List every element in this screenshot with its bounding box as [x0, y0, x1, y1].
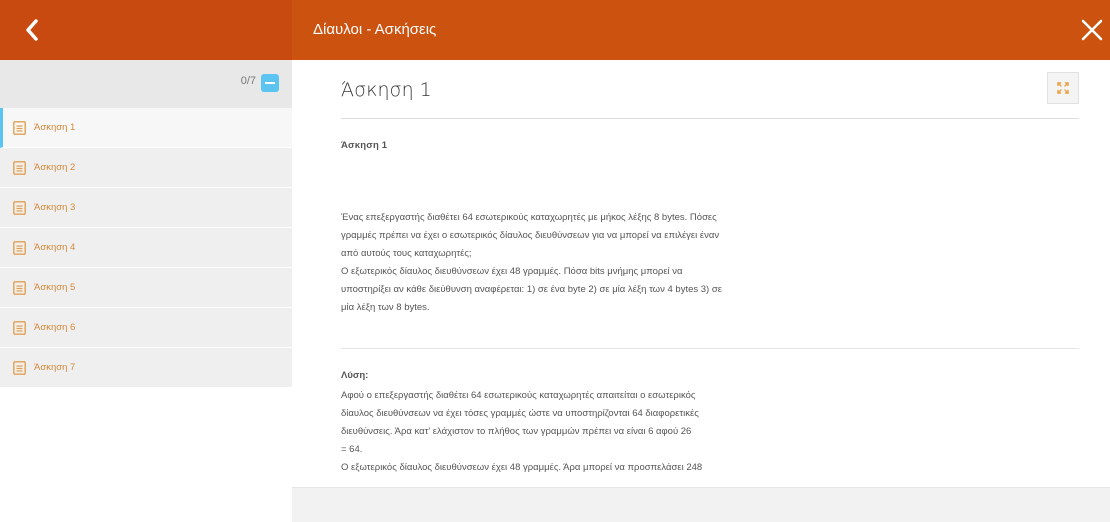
close-button[interactable] — [1077, 14, 1107, 46]
collapse-button[interactable] — [261, 74, 279, 92]
top-bar: Δίαυλοι - Ασκήσεις — [0, 0, 1110, 60]
lesson-label: Άσκηση 1 — [34, 122, 76, 133]
close-icon — [1081, 19, 1103, 41]
solution-text: Αφού ο επεξεργαστής διαθέτει 64 εσωτερικ… — [341, 387, 811, 477]
lesson-label: Άσκηση 5 — [34, 282, 76, 293]
document-icon — [13, 361, 26, 375]
lesson-item-2[interactable]: Άσκηση 2 — [0, 148, 292, 188]
page-title: Άσκηση 1 — [341, 79, 432, 101]
exercise-subheading: Άσκηση 1 — [341, 140, 388, 151]
lesson-label: Άσκηση 2 — [34, 162, 76, 173]
lesson-item-6[interactable]: Άσκηση 6 — [0, 308, 292, 348]
lesson-label: Άσκηση 6 — [34, 322, 76, 333]
document-icon — [13, 201, 26, 215]
topbar-left-panel — [0, 0, 292, 60]
solution-line: = 64. — [341, 444, 363, 455]
lesson-label: Άσκηση 3 — [34, 202, 76, 213]
solution-line: δίαυλος διευθύνσεων να έχει τόσες γραμμέ… — [341, 408, 699, 419]
title-divider — [341, 118, 1079, 119]
lesson-list: Άσκηση 1 Άσκηση 2 Άσκηση 3 Άσκηση 4 Άσκη… — [0, 108, 292, 388]
problem-line: Ο εξωτερικός δίαυλος διευθύνσεων έχει 48… — [341, 266, 683, 277]
solution-line: Αφού ο επεξεργαστής διαθέτει 64 εσωτερικ… — [341, 390, 696, 401]
lesson-sidebar: 0/7 Άσκηση 1 Άσκηση 2 Άσκηση 3 Άσκηση 4 … — [0, 60, 292, 522]
solution-line: διευθύνσεις. Άρα κατ' ελάχιστον το πλήθο… — [341, 426, 692, 437]
lesson-label: Άσκηση 7 — [34, 362, 76, 373]
progress-row: 0/7 — [0, 60, 292, 108]
document-icon — [13, 121, 26, 135]
lesson-item-5[interactable]: Άσκηση 5 — [0, 268, 292, 308]
lesson-item-4[interactable]: Άσκηση 4 — [0, 228, 292, 268]
course-title: Δίαυλοι - Ασκήσεις — [313, 21, 437, 38]
solution-label: Λύση: — [341, 370, 369, 381]
footer-bar — [292, 487, 1110, 522]
document-icon — [13, 161, 26, 175]
problem-text: Ένας επεξεργαστής διαθέτει 64 εσωτερικού… — [341, 209, 821, 317]
problem-line: από αυτούς τους καταχωρητές; — [341, 248, 472, 259]
solution-divider — [341, 348, 1079, 349]
solution-line: Ο εξωτερικός δίαυλος διευθύνσεων έχει 48… — [341, 462, 703, 473]
lesson-label: Άσκηση 4 — [34, 242, 76, 253]
lesson-item-1[interactable]: Άσκηση 1 — [0, 108, 292, 148]
lesson-item-7[interactable]: Άσκηση 7 — [0, 348, 292, 388]
document-icon — [13, 241, 26, 255]
back-button[interactable] — [20, 16, 46, 44]
lesson-item-3[interactable]: Άσκηση 3 — [0, 188, 292, 228]
chevron-left-icon — [26, 19, 38, 41]
expand-button[interactable] — [1047, 72, 1079, 104]
problem-line: υποστηρίξει αν κάθε διεύθυνση αναφέρεται… — [341, 284, 722, 295]
problem-line: γραμμές πρέπει να έχει ο εσωτερικός δίαυ… — [341, 230, 720, 241]
progress-count: 0/7 — [240, 75, 256, 87]
topbar-right-panel: Δίαυλοι - Ασκήσεις — [292, 0, 1110, 60]
problem-line: Ένας επεξεργαστής διαθέτει 64 εσωτερικού… — [341, 212, 717, 223]
lesson-content: Άσκηση 1 Άσκηση 1 Ένας επεξεργαστής διαθ… — [292, 60, 1110, 487]
document-icon — [13, 321, 26, 335]
document-icon — [13, 281, 26, 295]
problem-line: μία λέξη των 8 bytes. — [341, 302, 430, 313]
expand-icon — [1057, 82, 1069, 94]
